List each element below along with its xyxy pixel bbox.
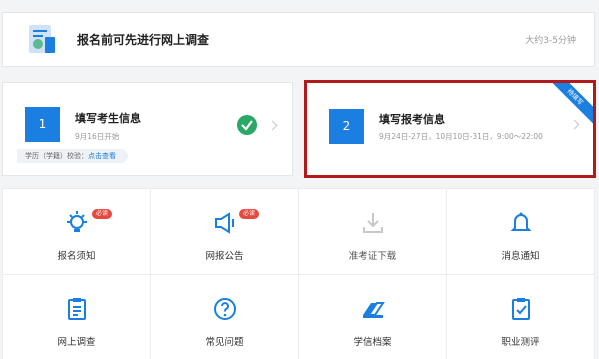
tile-label: 网上调查: [57, 337, 96, 348]
chevron-right-icon: [569, 119, 580, 130]
tile-announcement[interactable]: 必读 网报公告: [151, 189, 298, 274]
tile-label: 报名须知: [57, 251, 96, 262]
required-badge: 必读: [92, 209, 113, 219]
download-icon: [359, 209, 387, 237]
step-title: 填写考生信息: [75, 112, 141, 125]
tile-label: 常见问题: [205, 337, 244, 348]
tile-faq[interactable]: 常见问题: [151, 275, 298, 359]
step-title: 填写报考信息: [379, 113, 445, 126]
status-ribbon: 待填写: [542, 83, 593, 130]
online-survey-banner[interactable]: 报名前可先进行网上调查 大约3-5分钟: [2, 12, 595, 67]
archive-icon: [359, 295, 387, 323]
step-fill-application-info[interactable]: 2 填写报考信息 9月24日-27日，10月10日-31日，9:00～22:00…: [304, 80, 596, 178]
survey-document-icon: [25, 23, 59, 57]
megaphone-icon: [211, 209, 239, 237]
survey-title: 报名前可先进行网上调查: [77, 33, 210, 47]
tile-registration-notice[interactable]: 必读 报名须知: [3, 189, 150, 274]
tile-student-archive[interactable]: 学信档案: [299, 275, 446, 359]
checklist-icon: [507, 295, 535, 323]
survey-duration: 大约3-5分钟: [525, 36, 576, 46]
verify-link[interactable]: 点击查看: [88, 152, 116, 160]
verify-label: 学历（学籍）校验：: [25, 152, 88, 160]
tile-notifications[interactable]: 消息通知: [447, 189, 594, 274]
tile-admission-ticket[interactable]: 准考证下载: [299, 189, 446, 274]
tile-label: 准考证下载: [348, 251, 397, 262]
question-icon: [211, 295, 239, 323]
tile-label: 职业测评: [501, 337, 540, 348]
chevron-right-icon: [267, 120, 278, 131]
tile-online-survey[interactable]: 网上调查: [3, 275, 150, 359]
step-fill-candidate-info[interactable]: 1 填写考生信息 9月16日开始 学历（学籍）校验：点击查看: [2, 82, 293, 176]
education-verification: 学历（学籍）校验：点击查看: [17, 149, 128, 163]
step-date: 9月16日开始: [75, 132, 120, 141]
check-icon: [237, 115, 257, 135]
clipboard-icon: [63, 295, 91, 323]
tile-career-assessment[interactable]: 职业测评: [447, 275, 594, 359]
step-number: 1: [25, 107, 60, 142]
bell-icon: [507, 209, 535, 237]
tile-label: 消息通知: [501, 251, 540, 262]
step-date: 9月24日-27日，10月10日-31日，9:00～22:00: [379, 132, 543, 141]
lightbulb-icon: [63, 209, 91, 237]
service-grid: 必读 报名须知 必读 网报公告 准考证下载 消息通知 网上调查 常见问题 学信档…: [2, 188, 595, 359]
tile-label: 学信档案: [353, 337, 392, 348]
step-number: 2: [329, 109, 364, 144]
tile-label: 网报公告: [205, 251, 244, 262]
required-badge: 必读: [239, 209, 260, 219]
